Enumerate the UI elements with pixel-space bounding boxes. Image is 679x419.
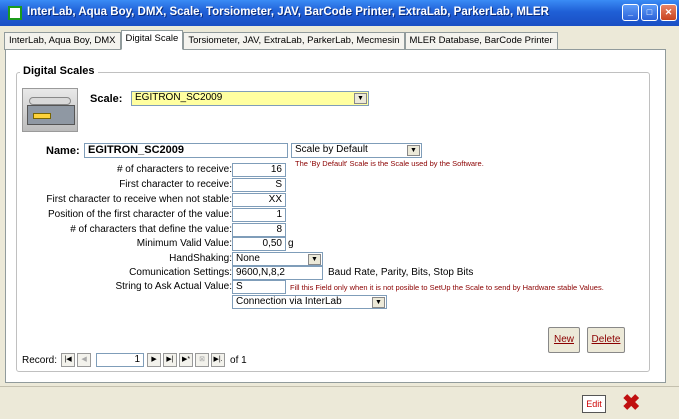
filter-record-icon[interactable]: ▶|. (211, 353, 226, 367)
chars-to-receive-label: # of characters to receive: (116, 164, 232, 175)
last-record-icon[interactable]: ▶| (163, 353, 178, 367)
maximize-button[interactable]: □ (641, 4, 658, 21)
scale-display-shape (33, 113, 51, 119)
default-scale-value: Scale by Default (295, 144, 368, 155)
handshaking-value: None (236, 253, 260, 264)
first-char-field[interactable]: S (232, 178, 286, 192)
record-label: Record: (22, 354, 58, 366)
default-scale-select[interactable]: Scale by Default ▼ (291, 143, 422, 158)
window-controls: _ □ ✕ (622, 4, 677, 21)
tab-strip: InterLab, Aqua Boy, DMX Digital Scale To… (4, 30, 558, 50)
record-count: of 1 (230, 354, 247, 366)
scale-select[interactable]: EGITRON_SC2009 ▼ (131, 91, 369, 106)
chevron-down-icon[interactable]: ▼ (308, 254, 321, 265)
tab-torsiometer[interactable]: Torsiometer, JAV, ExtraLab, ParkerLab, M… (183, 32, 405, 50)
tab-digital-scale[interactable]: Digital Scale (120, 30, 184, 50)
connection-select[interactable]: Connection via InterLab ▼ (232, 295, 387, 309)
ask-string-field[interactable]: S (232, 280, 286, 294)
first-record-icon[interactable]: |◀ (61, 353, 76, 367)
scale-label: Scale: (90, 93, 123, 105)
first-char-unstable-label: First character to receive when not stab… (46, 194, 232, 205)
chevron-down-icon[interactable]: ▼ (372, 297, 385, 308)
name-field[interactable]: EGITRON_SC2009 (84, 143, 288, 158)
minimize-button[interactable]: _ (622, 4, 639, 21)
close-window-button[interactable]: ✕ (660, 4, 677, 21)
tab-interlab[interactable]: InterLab, Aqua Boy, DMX (4, 32, 121, 50)
window-title: InterLab, Aqua Boy, DMX, Scale, Torsiome… (27, 6, 549, 18)
scale-image (22, 88, 78, 132)
chevron-down-icon[interactable]: ▼ (407, 145, 420, 156)
value-position-label: Position of the first character of the v… (48, 209, 232, 220)
min-valid-value-unit: g (288, 238, 294, 249)
edit-button[interactable]: Edit (582, 395, 606, 413)
scale-select-value: EGITRON_SC2009 (135, 92, 223, 103)
new-button[interactable]: New (548, 327, 580, 353)
bottom-bar: Edit ✖ (0, 386, 679, 419)
chars-to-receive-field[interactable]: 16 (232, 163, 286, 177)
value-length-label: # of characters that define the value: (70, 224, 232, 235)
record-number-field[interactable]: 1 (96, 353, 145, 367)
delete-button[interactable]: Delete (587, 327, 625, 353)
delete-record-icon[interactable]: ⊠ (195, 353, 210, 367)
prev-record-icon[interactable]: ◀ (77, 353, 92, 367)
min-valid-value-field[interactable]: 0,50 (232, 237, 286, 251)
value-length-field[interactable]: 8 (232, 223, 286, 237)
comm-settings-label: Comunication Settings: (129, 267, 232, 278)
comm-settings-hint: Baud Rate, Parity, Bits, Stop Bits (328, 267, 474, 278)
value-position-field[interactable]: 1 (232, 208, 286, 222)
chevron-down-icon[interactable]: ▼ (354, 93, 367, 104)
comm-settings-field[interactable]: 9600,N,8,2 (232, 266, 323, 280)
handshaking-select[interactable]: None ▼ (232, 252, 323, 266)
new-record-icon[interactable]: ▶* (179, 353, 194, 367)
title-bar: InterLab, Aqua Boy, DMX, Scale, Torsiome… (0, 0, 679, 26)
name-label: Name: (46, 145, 80, 157)
min-valid-value-label: Minimum Valid Value: (136, 238, 232, 249)
first-char-label: First character to receive: (119, 179, 232, 190)
ask-string-label: String to Ask Actual Value: (115, 281, 232, 292)
ask-string-note: Fill this Field only when it is not posi… (290, 283, 604, 292)
close-icon[interactable]: ✖ (622, 392, 640, 414)
first-char-unstable-field[interactable]: XX (232, 193, 286, 207)
group-title: Digital Scales (20, 65, 98, 77)
handshaking-label: HandShaking: (169, 253, 232, 264)
connection-value: Connection via InterLab (236, 296, 342, 307)
default-scale-note: The 'By Default' Scale is the Scale used… (295, 159, 484, 168)
app-icon (8, 6, 22, 20)
scale-pan-shape (29, 97, 71, 105)
tab-panel: Digital Scales Scale: EGITRON_SC2009 ▼ N… (5, 49, 666, 383)
record-navigator: Record: |◀ ◀ 1 ▶ ▶| ▶* ⊠ ▶|. of 1 (22, 351, 247, 369)
next-record-icon[interactable]: ▶ (147, 353, 162, 367)
tab-mler-database[interactable]: MLER Database, BarCode Printer (404, 32, 558, 50)
